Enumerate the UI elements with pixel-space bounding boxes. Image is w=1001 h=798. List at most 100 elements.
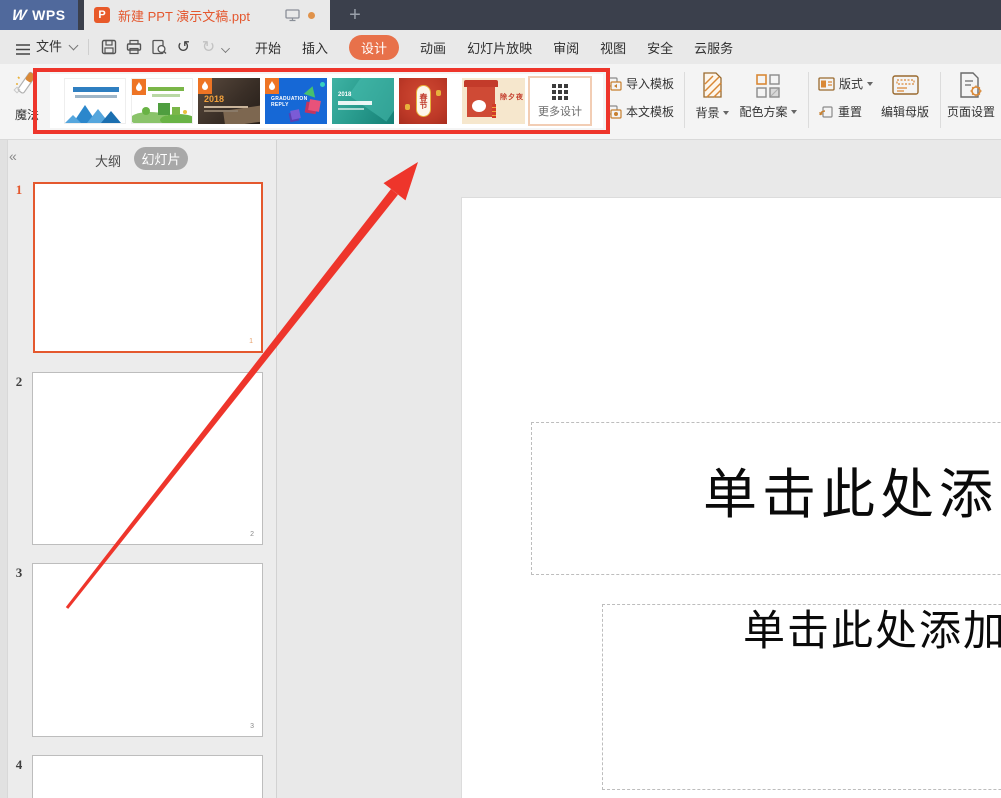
reset-button[interactable]: 重置 (818, 103, 862, 120)
import-template-icon (606, 77, 622, 91)
page-setup-button[interactable]: 页面设置 (945, 72, 997, 120)
template-label: 春节 (416, 85, 431, 117)
doc-template-icon (606, 105, 622, 119)
wps-w-icon: W (11, 7, 28, 24)
dropdown-caret-icon (867, 82, 873, 86)
toolbar-divider (88, 39, 89, 55)
background-button[interactable]: 背景 (695, 72, 729, 121)
reset-icon (818, 104, 834, 119)
doc-template-button[interactable]: 本文模板 (606, 103, 674, 120)
body-placeholder-text: 单击此处添加 (743, 606, 1001, 658)
slide-page-number: 1 (249, 338, 253, 345)
slide-thumbnail-3[interactable]: 3 (32, 563, 263, 737)
tab-review[interactable]: 审阅 (553, 38, 579, 57)
tab-outline[interactable]: 大纲 (95, 151, 121, 170)
template-blue-mountains[interactable] (64, 78, 126, 124)
slide-thumbnail-4[interactable] (32, 755, 263, 798)
panel-edge-strip (0, 140, 8, 798)
page-setup-icon (959, 72, 983, 98)
template-gallery: 2018 GRADUATION REPLY 2018 (50, 74, 603, 128)
layout-button[interactable]: 版式 (818, 75, 873, 92)
slide-page-number: 2 (250, 531, 254, 538)
edit-master-icon (892, 75, 919, 98)
template-green-town[interactable] (131, 78, 193, 124)
tab-animation[interactable]: 动画 (420, 38, 446, 57)
undo-button[interactable]: ↺ (175, 39, 192, 56)
design-ribbon: 魔法 (0, 64, 1001, 140)
template-new-year-eve[interactable]: 除夕夜 (462, 78, 525, 124)
ppt-file-icon: P (94, 7, 110, 23)
dropdown-caret-icon (723, 111, 729, 115)
layout-icon (818, 77, 835, 91)
group-divider (808, 72, 809, 128)
print-preview-button[interactable] (150, 39, 167, 56)
tab-home[interactable]: 开始 (255, 38, 281, 57)
hot-flame-icon (265, 78, 279, 94)
more-designs-button[interactable]: 更多设计 (528, 76, 592, 126)
titlebar: W WPS P 新建 PPT 演示文稿.ppt + (0, 0, 1001, 30)
tab-slides-active[interactable]: 幻灯片 (134, 147, 188, 170)
town-graphic (132, 99, 193, 123)
magic-wand-icon (13, 70, 41, 98)
grid-icon (552, 84, 568, 100)
firecracker-graphic (492, 104, 496, 118)
import-template-button[interactable]: 导入模板 (606, 75, 674, 92)
save-button[interactable] (100, 39, 117, 56)
slide-index: 2 (12, 374, 26, 390)
template-label: 除夕夜 (500, 92, 524, 102)
slide-index: 4 (12, 757, 26, 773)
print-button[interactable] (125, 39, 142, 56)
template-teal-gradient[interactable]: 2018 (332, 78, 394, 124)
template-label: GRADUATION REPLY (271, 96, 301, 108)
new-tab-button[interactable]: + (340, 0, 370, 30)
template-label: 2018 (204, 94, 224, 104)
color-scheme-icon (756, 74, 780, 98)
tab-cloud[interactable]: 云服务 (694, 38, 733, 57)
present-monitor-icon[interactable] (285, 9, 300, 27)
menu-hamburger-icon[interactable] (16, 42, 30, 60)
tab-security[interactable]: 安全 (647, 38, 673, 57)
file-menu-button[interactable]: 文件 (36, 30, 62, 64)
tab-slideshow[interactable]: 幻灯片放映 (467, 38, 532, 57)
template-annual-report-2018[interactable]: 2018 (198, 78, 260, 124)
hot-flame-icon (198, 78, 212, 94)
magic-label: 魔法 (4, 106, 50, 123)
magic-button[interactable]: 魔法 (4, 70, 50, 132)
title-placeholder-text: 单击此处添 (703, 462, 998, 528)
unsaved-indicator-dot (308, 12, 315, 19)
collapse-panel-button[interactable]: « (9, 148, 17, 164)
group-divider (684, 72, 685, 128)
dropdown-caret-icon (791, 110, 797, 114)
menubar: 文件 ↺ ↻ 开始 插入 设计 动画 幻灯片放映 审阅 视图 安全 (0, 30, 1001, 64)
slide-index: 3 (12, 565, 26, 581)
group-divider (940, 72, 941, 128)
template-spring-festival[interactable]: 春节 (399, 78, 447, 124)
mountains-graphic (65, 101, 126, 123)
edit-master-button[interactable]: 编辑母版 (877, 72, 933, 120)
slide-index: 1 (12, 182, 26, 198)
template-label: 2018 (338, 92, 351, 98)
tab-insert[interactable]: 插入 (302, 38, 328, 57)
slide-page-number: 3 (250, 723, 254, 730)
tab-view[interactable]: 视图 (600, 38, 626, 57)
toolbar-options-caret-icon[interactable] (221, 44, 230, 53)
lantern-icon (405, 104, 410, 110)
more-designs-label: 更多设计 (538, 103, 582, 119)
slide-thumbnail-2[interactable]: 2 (32, 372, 263, 545)
template-graduation-reply[interactable]: GRADUATION REPLY (265, 78, 327, 124)
color-scheme-button[interactable]: 配色方案 (737, 72, 799, 120)
redo-button[interactable]: ↻ (200, 39, 217, 56)
hot-flame-icon (132, 79, 146, 95)
pig-face-graphic (472, 100, 486, 112)
tab-design-active[interactable]: 设计 (349, 35, 399, 60)
slide-thumbnail-1[interactable]: 1 (33, 182, 263, 353)
wps-logo[interactable]: W WPS (0, 0, 78, 30)
document-title: 新建 PPT 演示文稿.ppt (118, 6, 250, 25)
ribbon-tabs: 开始 插入 设计 动画 幻灯片放映 审阅 视图 安全 云服务 (255, 30, 733, 64)
wps-presentation-window: W WPS P 新建 PPT 演示文稿.ppt + 文件 (0, 0, 1001, 798)
slide-panel: « 大纲 幻灯片 1 1 2 2 3 3 4 (0, 140, 277, 798)
background-icon (702, 72, 723, 99)
document-tab[interactable]: P 新建 PPT 演示文稿.ppt (84, 0, 330, 30)
file-menu-caret-icon[interactable] (69, 41, 79, 51)
wps-logo-text: WPS (32, 7, 65, 23)
